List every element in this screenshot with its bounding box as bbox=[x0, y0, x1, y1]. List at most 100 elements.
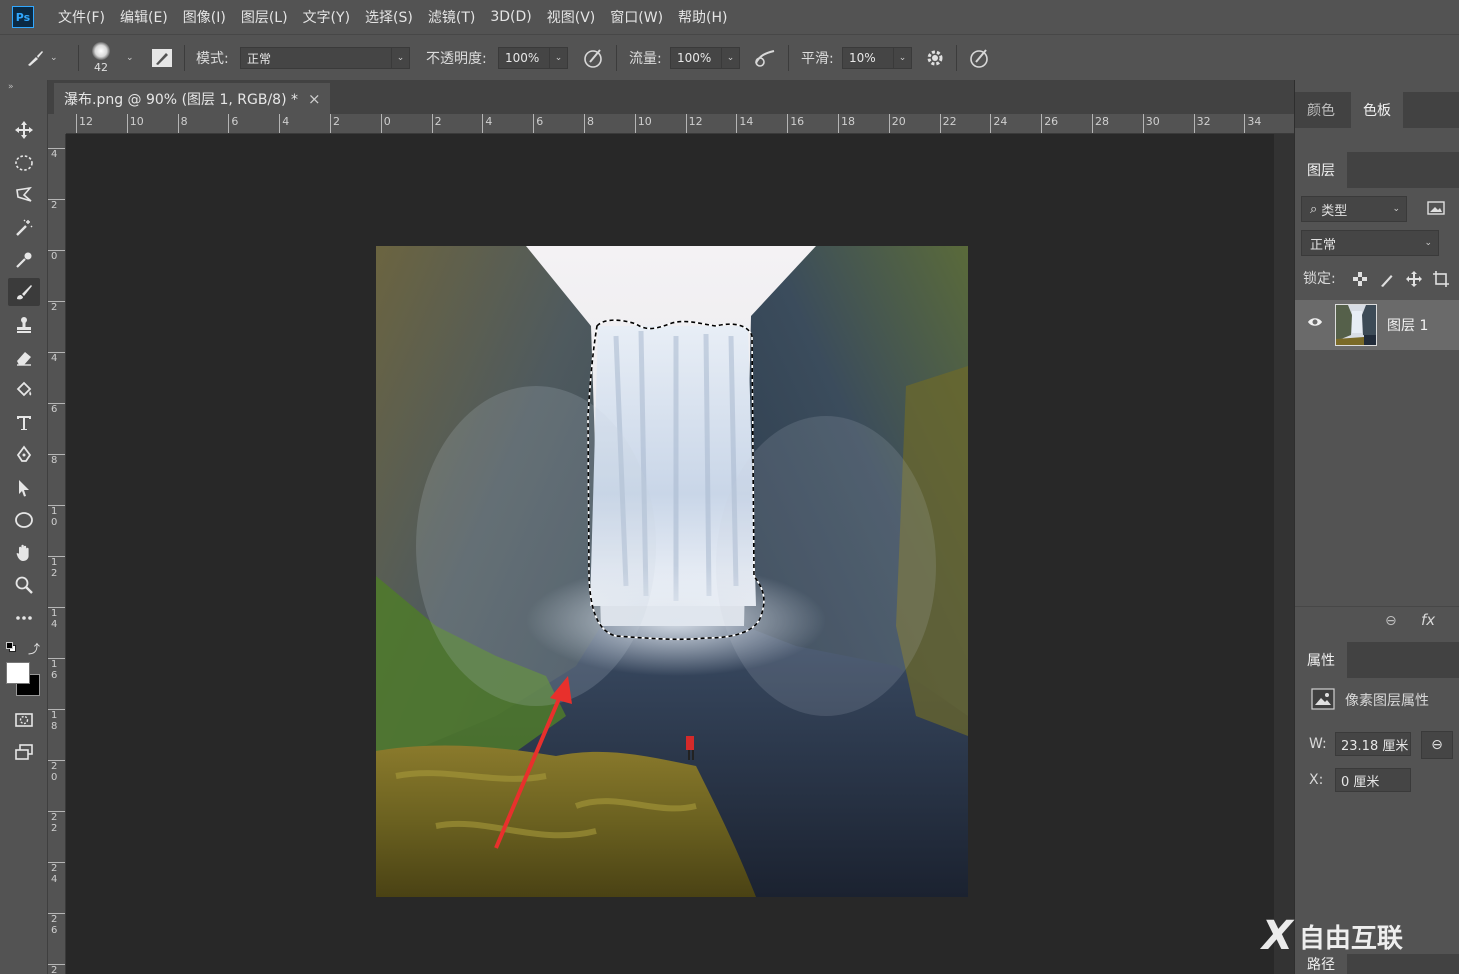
menu-type[interactable]: 文字(Y) bbox=[303, 7, 350, 27]
smooth-input[interactable]: 10% bbox=[842, 47, 894, 69]
menu-edit[interactable]: 编辑(E) bbox=[120, 7, 168, 27]
eye-icon[interactable] bbox=[1307, 316, 1323, 328]
menu-image[interactable]: 图像(I) bbox=[183, 7, 226, 27]
menu-select[interactable]: 选择(S) bbox=[365, 7, 413, 27]
waterfall-image[interactable] bbox=[376, 246, 968, 897]
ruler-tick-label: 12 bbox=[685, 114, 703, 133]
chevron-down-icon[interactable]: ⌄ bbox=[50, 53, 58, 63]
swap-colors-icon[interactable]: ⤴ bbox=[28, 640, 40, 657]
width-input[interactable]: 23.18 厘米 bbox=[1335, 732, 1411, 756]
ruler-tick-label: 34 bbox=[1244, 114, 1261, 133]
tab-color[interactable]: 颜色 bbox=[1295, 92, 1347, 128]
layer-thumbnail bbox=[1335, 304, 1377, 346]
layers-panel-tabs: 图层 bbox=[1295, 152, 1459, 188]
close-icon[interactable]: × bbox=[308, 90, 321, 108]
horizontal-ruler[interactable]: 12 10 8 6 4 2 0 2 4 6 8 10 12 14 16 18 20 22 24 26 28 30 32 34 bbox=[66, 114, 1294, 134]
ruler-tick-label: 1 0 bbox=[48, 505, 65, 528]
menu-3d[interactable]: 3D(D) bbox=[490, 9, 531, 25]
blend-mode-select[interactable]: 正常 ⌄ bbox=[1301, 230, 1439, 256]
hiker-figure bbox=[686, 736, 694, 750]
smooth-label: 平滑: bbox=[801, 51, 834, 67]
eyedropper-icon[interactable] bbox=[8, 246, 40, 274]
mode-select[interactable]: 正常 bbox=[240, 47, 392, 69]
chevron-down-icon[interactable]: ⌄ bbox=[126, 35, 134, 81]
ruler-tick-label: 1 8 bbox=[48, 709, 65, 732]
brush-tool-icon[interactable] bbox=[8, 278, 40, 306]
gear-icon[interactable] bbox=[924, 35, 946, 81]
pressure-size-icon[interactable] bbox=[968, 35, 992, 81]
x-input[interactable]: 0 厘米 bbox=[1335, 768, 1411, 792]
ruler-tick-label: 8 bbox=[48, 454, 65, 466]
menu-help[interactable]: 帮助(H) bbox=[678, 7, 727, 27]
brush-size-value: 42 bbox=[94, 61, 108, 74]
lock-position-icon[interactable] bbox=[1405, 270, 1423, 288]
ruler-tick-label: 28 bbox=[1092, 114, 1109, 133]
image-filter-icon[interactable] bbox=[1427, 200, 1445, 220]
chevron-down-icon[interactable]: ⌄ bbox=[722, 47, 740, 69]
type-tool-icon[interactable] bbox=[8, 409, 40, 437]
ruler-tick-label: 2 bbox=[48, 199, 65, 211]
stamp-icon[interactable] bbox=[8, 311, 40, 339]
lock-pixels-icon[interactable] bbox=[1378, 270, 1396, 288]
brush-size-picker[interactable]: 42 bbox=[92, 35, 110, 81]
menu-file[interactable]: 文件(F) bbox=[58, 7, 105, 27]
brush-settings-icon[interactable] bbox=[150, 35, 174, 81]
chevron-down-icon[interactable]: ⌄ bbox=[894, 47, 912, 69]
eraser-icon[interactable] bbox=[8, 344, 40, 372]
brush-preset-icon[interactable]: ⌄ bbox=[24, 35, 58, 81]
ruler-tick-label: 32 bbox=[1193, 114, 1211, 133]
airbrush-icon[interactable] bbox=[752, 35, 778, 81]
vertical-scrollbar[interactable] bbox=[1274, 134, 1294, 974]
document-tab[interactable]: 瀑布.png @ 90% (图层 1, RGB/8) * × bbox=[54, 83, 330, 114]
hand-icon[interactable] bbox=[8, 539, 40, 567]
menu-filter[interactable]: 滤镜(T) bbox=[428, 7, 475, 27]
chevron-down-icon[interactable]: ⌄ bbox=[392, 47, 410, 69]
move-tool-icon[interactable] bbox=[8, 116, 40, 144]
vertical-ruler[interactable]: 4 2 0 2 4 6 8 1 0 1 2 1 4 1 6 1 8 2 0 2 2 2 4 2 6 2 bbox=[48, 134, 66, 974]
ellipse-shape-icon[interactable] bbox=[8, 506, 40, 534]
menu-layer[interactable]: 图层(L) bbox=[241, 7, 288, 27]
more-tools-icon[interactable] bbox=[8, 604, 40, 632]
lasso-icon[interactable] bbox=[8, 181, 40, 209]
separator bbox=[184, 45, 185, 71]
link-icon[interactable]: ⊖ bbox=[1385, 613, 1397, 629]
chevron-down-icon[interactable]: ⌄ bbox=[550, 47, 568, 69]
tab-properties[interactable]: 属性 bbox=[1295, 642, 1347, 678]
lock-artboard-icon[interactable] bbox=[1432, 270, 1450, 288]
ruler-tick-label: 24 bbox=[990, 114, 1007, 133]
layer-row[interactable]: 图层 1 bbox=[1295, 300, 1459, 350]
layer-name[interactable]: 图层 1 bbox=[1387, 315, 1428, 335]
ruler-tick-label: 12 bbox=[76, 114, 93, 133]
pen-tool-icon[interactable] bbox=[8, 441, 40, 469]
properties-panel-tabs: 属性 bbox=[1295, 642, 1459, 678]
menu-window[interactable]: 窗口(W) bbox=[610, 7, 663, 27]
path-select-icon[interactable] bbox=[8, 474, 40, 502]
ruler-tick-label: 1 6 bbox=[48, 658, 65, 681]
ellipse-marquee-icon[interactable] bbox=[8, 149, 40, 177]
collapse-icon[interactable]: » bbox=[8, 82, 14, 92]
photoshop-logo: Ps bbox=[12, 6, 34, 28]
link-dimensions-icon[interactable]: ⊖ bbox=[1421, 731, 1453, 759]
tab-layers[interactable]: 图层 bbox=[1295, 152, 1347, 188]
lock-transparent-icon[interactable] bbox=[1351, 270, 1369, 288]
foreground-color-swatch[interactable] bbox=[6, 662, 30, 684]
flow-input[interactable]: 100% bbox=[670, 47, 722, 69]
default-colors-icon[interactable] bbox=[6, 642, 17, 653]
screen-mode-icon[interactable] bbox=[8, 738, 40, 766]
magic-wand-icon[interactable] bbox=[8, 214, 40, 242]
quick-mask-icon[interactable] bbox=[8, 706, 40, 734]
menu-view[interactable]: 视图(V) bbox=[547, 7, 596, 27]
paint-bucket-icon[interactable] bbox=[8, 376, 40, 404]
tab-swatches[interactable]: 色板 bbox=[1351, 92, 1403, 128]
document-tab-strip: 瀑布.png @ 90% (图层 1, RGB/8) * × bbox=[48, 80, 1294, 114]
layer-filter-select[interactable]: ⌕ 类型 ⌄ bbox=[1301, 196, 1407, 222]
chevron-down-icon: ⌄ bbox=[1424, 238, 1432, 248]
swatches-content bbox=[1295, 128, 1459, 152]
ruler-tick-label: 2 4 bbox=[48, 862, 65, 885]
options-bar: ⌄ 42 ⌄ 模式: 正常 ⌄ 不透明度: 100% ⌄ 流量: 100% ⌄ … bbox=[0, 34, 1459, 80]
opacity-input[interactable]: 100% bbox=[498, 47, 550, 69]
zoom-icon[interactable] bbox=[8, 571, 40, 599]
pressure-opacity-icon[interactable] bbox=[582, 35, 606, 81]
ruler-tick-label: 2 bbox=[330, 114, 340, 133]
fx-icon[interactable]: fx bbox=[1421, 611, 1435, 629]
